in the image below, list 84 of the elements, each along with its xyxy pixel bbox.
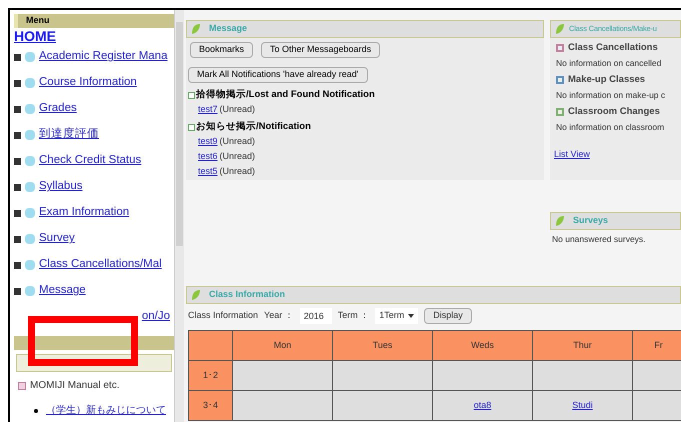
notification-link[interactable]: test6 xyxy=(198,150,218,164)
folder-icon xyxy=(25,234,35,244)
survey-text: No unanswered surveys. xyxy=(551,233,647,246)
folder-icon xyxy=(25,130,35,140)
button[interactable]: Mark All Notifications 'have already read' xyxy=(188,66,368,83)
read-status: (Unread) xyxy=(220,103,256,116)
read-status: (Unread) xyxy=(220,165,256,178)
table-header: Tues xyxy=(332,330,432,360)
leaf-icon xyxy=(555,23,565,35)
section-title: Class Cancellations xyxy=(568,41,658,55)
button[interactable]: Display xyxy=(424,308,472,324)
menu-link[interactable]: Grades xyxy=(39,100,77,118)
expand-icon[interactable] xyxy=(14,184,21,190)
leaf-icon xyxy=(191,23,201,35)
expand-icon[interactable] xyxy=(14,80,21,86)
section-title: Classroom Changes xyxy=(568,105,660,119)
home-link[interactable]: HOME xyxy=(14,28,174,44)
folder-icon xyxy=(25,156,35,166)
leaf-icon xyxy=(191,288,201,301)
menu-link[interactable]: Message xyxy=(39,282,86,300)
class-link[interactable]: ota8 xyxy=(474,400,492,410)
info-text: No information on cancelled xyxy=(556,57,662,70)
read-status: (Unread) xyxy=(220,135,256,148)
table-header: Thur xyxy=(532,330,632,360)
expand-icon[interactable] xyxy=(14,54,21,60)
panel-title: Surveys xyxy=(573,214,608,228)
manual-link[interactable]: （学生）新もみじについて xyxy=(46,403,166,418)
menu-link[interactable]: Exam Information xyxy=(39,204,130,222)
expand-icon[interactable] xyxy=(14,236,21,242)
expand-icon[interactable] xyxy=(14,132,21,138)
read-status: (Unread) xyxy=(220,150,256,164)
menu-link[interactable]: Survey xyxy=(39,230,75,248)
section-title: Make-up Classes xyxy=(568,73,646,87)
square-icon xyxy=(188,124,195,131)
class-link[interactable]: Studi xyxy=(572,400,593,410)
list-view-link[interactable]: List View xyxy=(550,148,590,162)
class-info-label: Class Information xyxy=(188,309,258,322)
section-label: MOMIJI Manual etc. xyxy=(30,379,120,393)
menu-link[interactable]: Syllabus xyxy=(39,178,82,196)
menu-link[interactable]: Check Credit Status xyxy=(39,152,142,170)
panel-title: Class Information xyxy=(209,288,286,301)
menu-link[interactable]: 到達度評価 xyxy=(39,126,99,144)
notification-link[interactable]: test9 xyxy=(198,135,218,149)
expand-icon[interactable] xyxy=(14,158,21,164)
menu-link[interactable]: on/Jo xyxy=(142,308,170,326)
info-text: No information on classroom xyxy=(556,121,666,134)
expand-icon[interactable] xyxy=(14,288,21,294)
menu-link[interactable]: Academic Register Mana xyxy=(39,48,168,66)
year-field[interactable]: 2016 xyxy=(300,308,332,324)
group-title: お知らせ掲示/Notification xyxy=(196,120,311,134)
square-icon xyxy=(18,382,26,390)
button[interactable]: To Other Messageboards xyxy=(261,42,380,58)
expand-icon[interactable] xyxy=(14,210,21,216)
term-dropdown[interactable]: 1Term xyxy=(375,308,418,324)
button[interactable]: Bookmarks xyxy=(190,42,254,58)
bullet-icon xyxy=(34,408,38,412)
folder-icon xyxy=(25,52,35,62)
folder-icon xyxy=(25,104,35,114)
expand-icon[interactable] xyxy=(14,106,21,112)
panel-title: Message xyxy=(209,22,248,36)
notification-link[interactable]: test7 xyxy=(198,103,218,116)
folder-icon xyxy=(25,78,35,88)
term-label: Term ： xyxy=(338,309,370,322)
expand-icon[interactable] xyxy=(14,262,21,268)
table-header: Fr xyxy=(632,330,681,360)
year-label: Year ： xyxy=(264,309,294,322)
table-header: Weds xyxy=(432,330,532,360)
table-header: Mon xyxy=(232,330,332,360)
notification-link[interactable]: test5 xyxy=(198,165,218,179)
caret-icon xyxy=(408,314,414,318)
period-cell: 1･2 xyxy=(188,360,232,390)
menu-link[interactable]: Class Cancellations/Mal xyxy=(39,256,162,274)
folder-icon xyxy=(25,286,35,296)
square-icon xyxy=(188,92,195,99)
menu-title: Menu xyxy=(26,14,50,28)
folder-icon xyxy=(25,182,35,192)
folder-icon xyxy=(25,260,35,270)
menu-link[interactable]: Course Information xyxy=(39,74,137,92)
info-text: No information on make-up c xyxy=(556,89,666,102)
period-cell: 3･4 xyxy=(188,390,232,420)
leaf-icon xyxy=(555,215,565,227)
group-title: 拾得物掲示/Lost and Found Notification xyxy=(196,88,375,102)
table-header xyxy=(188,330,232,360)
folder-icon xyxy=(25,208,35,218)
